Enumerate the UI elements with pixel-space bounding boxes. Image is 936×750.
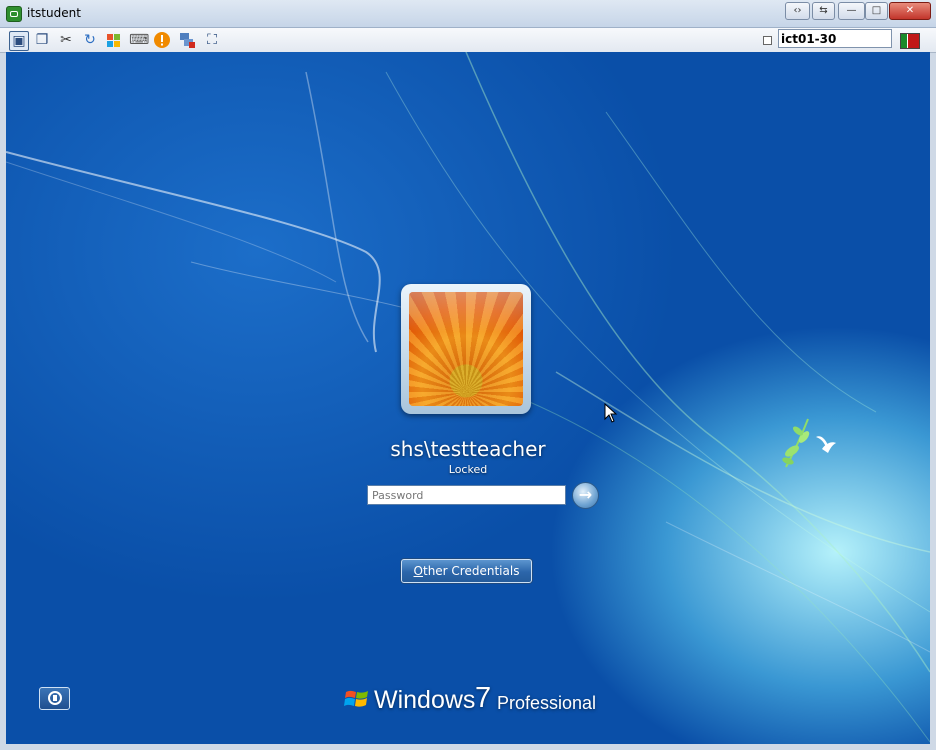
ease-of-access-button[interactable] — [39, 687, 70, 710]
password-input[interactable] — [367, 485, 566, 505]
title-bar: itstudent ‹› ⇆ — □ ✕ — [0, 0, 936, 28]
disconnect-icon[interactable] — [178, 31, 196, 49]
window-title: itstudent — [27, 6, 81, 20]
flower-picture — [409, 292, 523, 406]
ease-of-access-icon — [48, 691, 62, 705]
flag-icon — [900, 33, 920, 49]
keyboard-icon[interactable]: ⌨ — [129, 31, 149, 49]
mouse-cursor-icon — [604, 403, 618, 423]
windows-logo-icon[interactable] — [105, 31, 123, 49]
host-field[interactable]: ict01-30 — [778, 29, 892, 48]
windows-version: 7 — [475, 682, 492, 714]
close-button[interactable]: ✕ — [889, 2, 931, 20]
restore-view-button[interactable]: ⇆ — [812, 2, 835, 20]
fullscreen-icon[interactable]: ⛶ — [203, 31, 221, 49]
maximize-button[interactable]: □ — [865, 2, 888, 20]
app-eye-icon — [6, 6, 22, 22]
windows-wordmark: Windows — [374, 686, 476, 714]
windows-flag-icon — [344, 690, 368, 707]
submit-arrow-button[interactable]: → — [572, 482, 599, 509]
refresh-icon[interactable]: ↻ — [81, 31, 99, 49]
other-credentials-label: ther Credentials — [422, 564, 520, 578]
username-label: shs\testteacher — [390, 437, 546, 461]
logon-screen: shs\testteacher Locked → Other Credentia… — [6, 52, 930, 744]
other-credentials-access-key: O — [413, 564, 423, 578]
other-credentials-button[interactable]: Other Credentials — [401, 559, 532, 583]
minimize-button[interactable]: — — [838, 2, 865, 20]
lock-status: Locked — [448, 463, 488, 476]
user-avatar — [401, 284, 531, 414]
windows-icon[interactable]: ❐ — [33, 31, 51, 49]
alert-icon[interactable] — [153, 31, 171, 49]
tools-icon[interactable]: ✂ — [57, 31, 75, 49]
windows-edition: Professional — [497, 693, 597, 713]
switch-view-button[interactable]: ‹› — [785, 2, 810, 20]
host-checkbox[interactable] — [763, 36, 772, 45]
monitor-icon[interactable]: ▣ — [9, 31, 29, 51]
